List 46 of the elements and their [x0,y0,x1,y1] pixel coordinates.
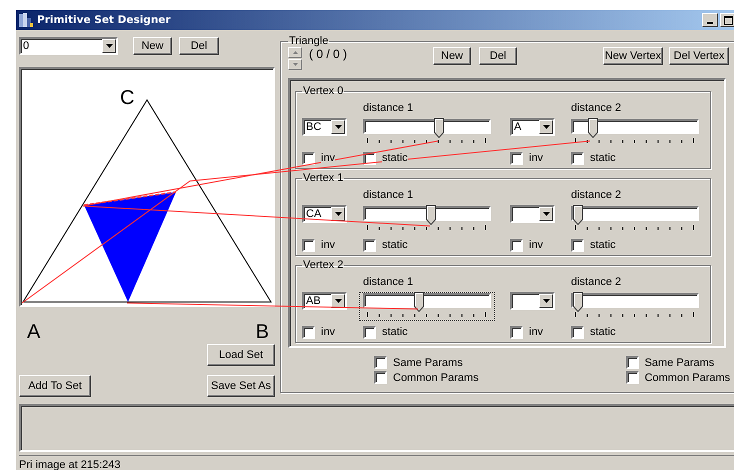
save-set-as-button[interactable]: Save Set As [207,375,275,397]
dropdown[interactable]: A [510,118,555,136]
group-label: Vertex 2 [302,259,344,271]
checkbox-label: inv [529,152,544,164]
dropdown[interactable]: BC [302,118,347,136]
dropdown[interactable]: AB [302,292,347,310]
window-title: Primitive Set Designer [37,14,171,26]
vertex-label: C [120,87,134,109]
checkbox-label: Common Params [393,372,479,384]
checkbox-label: static [590,239,616,251]
new-button[interactable]: New [433,47,472,65]
slider-label: distance 2 [571,276,622,290]
group-label: Vertex 1 [302,172,344,184]
group-label: Vertex 0 [302,85,344,97]
checkbox-label: static [382,326,408,338]
checkbox-label: inv [529,326,544,338]
checkbox-label: static [382,152,408,164]
checkbox-label: inv [529,239,544,251]
checkbox-label: inv [321,152,336,164]
load-set-button[interactable]: Load Set [207,344,275,366]
slider-label: distance 2 [571,189,622,203]
checkbox-label: static [590,326,616,338]
delete-button[interactable]: Del [179,37,219,55]
checkbox-label: inv [321,239,336,251]
dropdown[interactable]: 0 [19,37,118,55]
dropdown[interactable]: CA [302,205,347,223]
checkbox-label: static [590,152,616,164]
new-button[interactable]: New [133,37,172,55]
group-label: Triangle [288,35,330,47]
add-to-set-button[interactable]: Add To Set [19,375,91,397]
slider-label: distance 2 [571,102,622,116]
delete-button[interactable]: Del [479,47,518,65]
slider-label: distance 1 [363,189,414,203]
slider-label: distance 1 [363,102,414,116]
checkbox-label: Same Params [644,356,714,368]
checkbox-label: Common Params [644,372,730,384]
checkbox-label: Same Params [393,356,463,368]
status-text: Pri image at 215:243 [19,459,121,470]
delete-vertex-button[interactable]: Del Vertex [669,47,730,65]
vertex-label: B [256,321,269,343]
checkbox-label: inv [321,326,336,338]
checkbox-label: static [382,239,408,251]
slider-label: distance 1 [363,276,414,290]
triangle-counter: ( 0 / 0 ) [309,47,348,61]
vertex-label: A [27,321,40,343]
new-vertex-button[interactable]: New Vertex [603,47,664,65]
